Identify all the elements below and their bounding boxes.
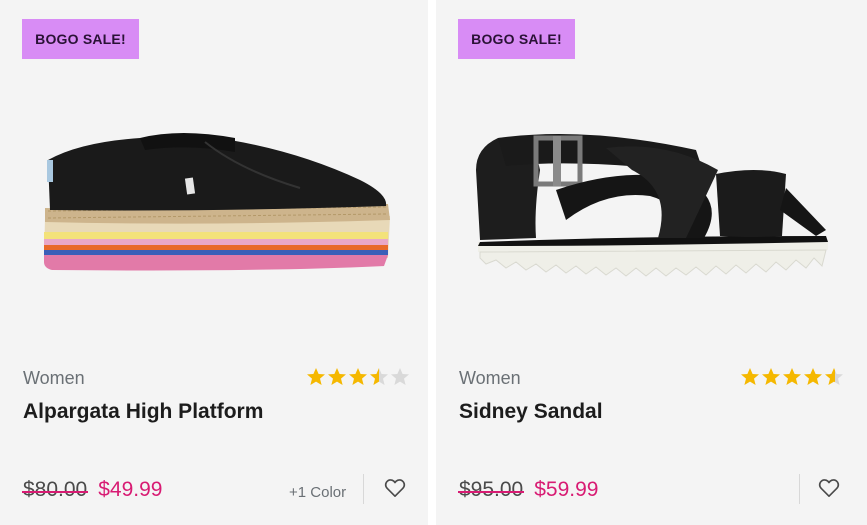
star-full-icon xyxy=(328,368,346,385)
product-category: Women xyxy=(459,368,521,388)
star-half-icon xyxy=(370,368,388,385)
star-full-icon xyxy=(349,368,367,385)
star-empty-icon xyxy=(391,368,409,385)
product-card[interactable]: BOGO SALE! Women xyxy=(0,0,428,525)
star-rating xyxy=(306,367,410,387)
product-category: Women xyxy=(23,368,85,388)
heart-icon[interactable] xyxy=(384,478,406,498)
original-price: $95.00 xyxy=(457,478,525,501)
star-half-icon xyxy=(825,368,843,385)
product-name[interactable]: Alpargata High Platform xyxy=(23,400,263,424)
price-row: $95.00 $59.99 xyxy=(457,478,599,502)
product-card[interactable]: BOGO SALE! Women xyxy=(436,0,867,525)
star-full-icon xyxy=(307,368,325,385)
star-full-icon xyxy=(741,368,759,385)
product-image[interactable] xyxy=(436,70,867,340)
sale-price: $59.99 xyxy=(534,478,599,501)
product-name[interactable]: Sidney Sandal xyxy=(459,400,603,424)
star-full-icon xyxy=(804,368,822,385)
sale-price: $49.99 xyxy=(98,478,163,501)
divider xyxy=(363,474,364,504)
divider xyxy=(799,474,800,504)
star-full-icon xyxy=(783,368,801,385)
star-rating xyxy=(740,367,844,387)
original-price: $80.00 xyxy=(21,478,89,501)
product-grid: BOGO SALE! Women Alpargata High Platform… xyxy=(0,0,867,525)
product-image[interactable] xyxy=(0,70,428,340)
star-full-icon xyxy=(762,368,780,385)
price-row: $80.00 $49.99 xyxy=(21,478,163,502)
color-count-link[interactable]: +1 Color xyxy=(289,484,346,501)
heart-icon[interactable] xyxy=(818,478,840,498)
sale-badge: BOGO SALE! xyxy=(458,19,575,59)
sale-badge: BOGO SALE! xyxy=(22,19,139,59)
